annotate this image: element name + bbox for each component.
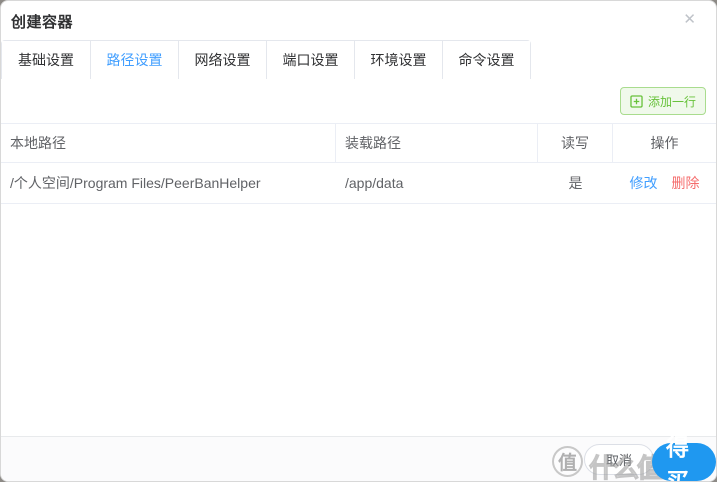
edit-row-button[interactable]: 修改 [630, 173, 658, 193]
tab-port-settings[interactable]: 端口设置 [266, 41, 354, 81]
tab-env-settings[interactable]: 环境设置 [354, 41, 442, 81]
dialog-header: 创建容器 ✕ [1, 1, 716, 40]
dialog-footer: 取消 [1, 436, 716, 481]
path-mapping-table: 本地路径 装载路径 读写 操作 /个人空间/Program Files/Peer… [1, 123, 716, 204]
cell-local-path: /个人空间/Program Files/PeerBanHelper [10, 175, 261, 191]
header-readwrite: 读写 [538, 124, 613, 162]
header-actions: 操作 [650, 135, 679, 151]
delete-row-button[interactable]: 删除 [672, 173, 700, 193]
tab-command-settings[interactable]: 命令设置 [442, 41, 530, 81]
settings-tabbar: 基础设置 路径设置 网络设置 端口设置 环境设置 命令设置 [1, 40, 716, 82]
add-row-button[interactable]: 添加一行 [619, 87, 706, 115]
tab-network-settings[interactable]: 网络设置 [178, 41, 266, 81]
header-local-path: 本地路径 [1, 124, 336, 162]
cell-readwrite: 是 [568, 175, 583, 191]
dialog-title: 创建容器 [11, 14, 74, 31]
path-settings-panel: 添加一行 本地路径 装载路径 读写 操作 /个人空间/Program Files… [1, 79, 716, 436]
tab-basic-settings[interactable]: 基础设置 [2, 41, 90, 81]
tab-path-settings[interactable]: 路径设置 [90, 41, 178, 82]
header-mount-path: 装载路径 [336, 124, 538, 162]
create-container-dialog: 创建容器 ✕ 基础设置 路径设置 网络设置 端口设置 环境设置 命令设置 添加一… [0, 0, 717, 482]
cell-mount-path: /app/data [345, 175, 404, 191]
add-row-label: 添加一行 [647, 94, 696, 109]
table-header-row: 本地路径 装载路径 读写 操作 [1, 123, 716, 163]
table-row: /个人空间/Program Files/PeerBanHelper /app/d… [1, 163, 716, 204]
close-icon[interactable]: ✕ [681, 10, 698, 29]
cell-actions: 修改 删除 [613, 163, 716, 203]
tabs-nav: 基础设置 路径设置 网络设置 端口设置 环境设置 命令设置 [1, 40, 531, 82]
cancel-button[interactable]: 取消 [584, 444, 654, 475]
plus-square-icon [630, 94, 643, 108]
